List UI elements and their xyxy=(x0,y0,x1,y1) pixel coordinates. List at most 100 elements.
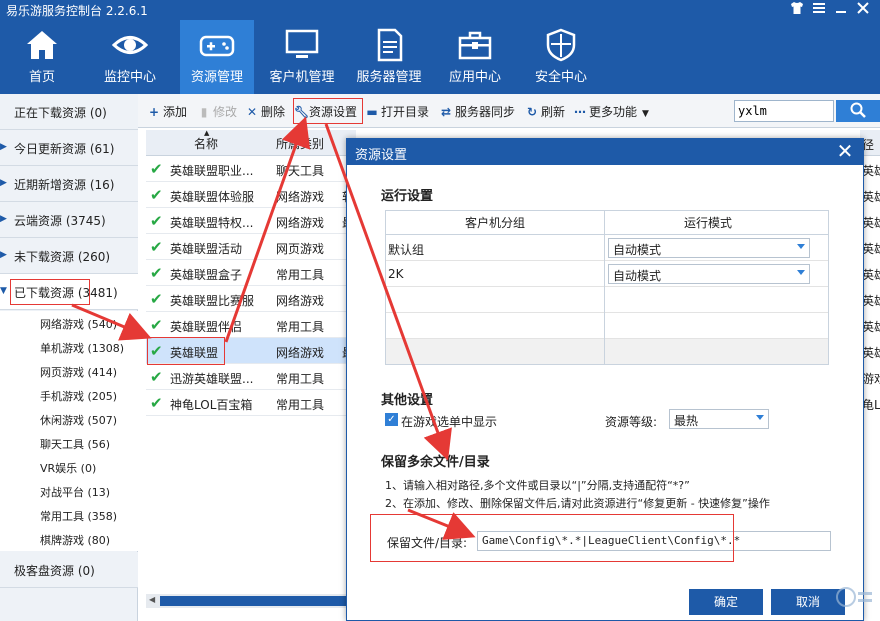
search-button[interactable] xyxy=(836,100,880,122)
open-dir-label: 打开目录 xyxy=(381,105,430,119)
monitor-icon xyxy=(284,28,320,62)
shirt-icon[interactable] xyxy=(788,1,806,19)
sidebar-subitem[interactable]: 对战平台 (13) xyxy=(0,479,138,503)
grid-header-group: 客户机分组 xyxy=(386,211,604,235)
server-sync-button[interactable]: ⇄ 服务器同步 xyxy=(440,103,515,121)
hint-2: 2、在添加、修改、删除保留文件后,请对此资源进行“修复更新 - 快速修复”操作 xyxy=(385,497,770,510)
sidebar-item-cloud[interactable]: ▶ 云端资源 (3745) xyxy=(0,202,138,238)
sidebar-item-downloading[interactable]: 正在下载资源 (0) xyxy=(0,94,138,130)
path-cell: 英雄 xyxy=(862,242,880,256)
hint-1: 1、请输入相对路径,多个文件或目录以“|”分隔,支持通配符“*?” xyxy=(385,479,690,492)
sidebar-subitem[interactable]: 棋牌游戏 (80) xyxy=(0,527,138,551)
resource-name: 英雄联盟伴侣 xyxy=(170,320,243,334)
resource-name: 英雄联盟职业... xyxy=(170,164,254,178)
sidebar-subitem[interactable]: 聊天工具 (56) xyxy=(0,431,138,455)
sidebar-subitem-label: 单机游戏 (1308) xyxy=(40,342,125,355)
check-icon: ✔ xyxy=(150,238,163,256)
check-icon: ✔ xyxy=(150,394,163,412)
sidebar-subitem[interactable]: VR娱乐 (0) xyxy=(0,455,138,479)
run-mode-select[interactable]: 自动模式 xyxy=(608,238,810,258)
nav-server-management[interactable]: 服务器管理 xyxy=(352,20,426,94)
x-icon: ✕ xyxy=(246,105,258,119)
run-mode-select[interactable]: 自动模式 xyxy=(608,264,810,284)
sidebar-subitem[interactable]: 常用工具 (358) xyxy=(0,503,138,527)
sidebar-subitem-label: 网络游戏 (540) xyxy=(40,318,118,331)
sidebar-subitem[interactable]: 网络游戏 (540) xyxy=(0,311,138,335)
add-button[interactable]: + 添加 xyxy=(148,103,187,121)
table-row[interactable]: ✔ 英雄联盟盒子 常用工具 xyxy=(146,260,356,286)
sidebar-item-today-updated[interactable]: ▶ 今日更新资源 (61) xyxy=(0,130,138,166)
sidebar-subitem[interactable]: 单机游戏 (1308) xyxy=(0,335,138,359)
table-row[interactable]: ✔英雄联盟体验服网络游戏软 xyxy=(146,182,356,208)
run-mode-value: 自动模式 xyxy=(613,243,662,257)
sidebar-subitem[interactable]: 休闲游戏 (507) xyxy=(0,407,138,431)
open-dir-button[interactable]: ▬ 打开目录 xyxy=(366,103,429,121)
scroll-left-icon[interactable]: ◀ xyxy=(149,595,155,604)
table-row[interactable]: ✔ 英雄联盟比赛服 网络游戏 xyxy=(146,286,356,312)
scrollbar-thumb[interactable] xyxy=(160,596,346,606)
nav-client-management[interactable]: 客户机管理 xyxy=(264,20,340,94)
resource-level-value: 最热 xyxy=(674,414,699,428)
expand-arrow-icon[interactable]: ▶ xyxy=(0,249,12,261)
resource-category: 网络游戏 xyxy=(276,216,325,230)
sidebar-subitem[interactable]: 网页游戏 (414) xyxy=(0,359,138,383)
table-row[interactable]: ✔ 英雄联盟伴侣 常用工具 xyxy=(146,312,356,338)
top-nav: 首页 监控中心 资源管理 客户机管理 服务器管理 应用中心 安全中心 xyxy=(0,20,880,94)
other-settings-heading: 其他设置 xyxy=(381,393,434,408)
table-row[interactable]: ✔ 迅游英雄联盟... 常用工具 xyxy=(146,364,356,390)
sidebar-item-recent-added[interactable]: ▶ 近期新增资源 (16) xyxy=(0,166,138,202)
toolbar: + 添加 ▮ 修改 ✕ 删除 🔧︎资源设置 ▬ 打开目录 ⇄ 服务器同步 ↻ 刷新 ⋯ 更多功… xyxy=(138,94,880,128)
server-sync-label: 服务器同步 xyxy=(455,105,516,119)
nav-security-center[interactable]: 安全中心 xyxy=(524,20,598,94)
menu-icon[interactable] xyxy=(810,1,828,19)
table-row[interactable]: ✔ 英雄联盟活动 网页游戏 xyxy=(146,234,356,260)
ok-button[interactable]: 确定 xyxy=(689,589,763,615)
dropdown-arrow-icon xyxy=(797,244,805,249)
col-header-category[interactable]: 所属类别 xyxy=(276,135,324,152)
nav-app-center[interactable]: 应用中心 xyxy=(438,20,512,94)
sidebar-item-label: 今日更新资源 (61) xyxy=(14,142,115,156)
resource-category: 网络游戏 xyxy=(276,190,325,204)
refresh-button[interactable]: ↻ 刷新 xyxy=(526,103,565,121)
expand-arrow-icon[interactable]: ▶ xyxy=(0,213,12,225)
expand-arrow-icon[interactable]: ▶ xyxy=(0,177,12,189)
more-functions-button[interactable]: ⋯ 更多功能 ▼ xyxy=(574,103,649,121)
dropdown-arrow-icon xyxy=(756,415,764,420)
search-input[interactable] xyxy=(734,100,834,122)
path-cell: 英雄 xyxy=(862,190,880,204)
sidebar-item-geek-disk[interactable]: 极客盘资源 (0) xyxy=(0,552,138,588)
minimize-icon[interactable] xyxy=(832,1,850,19)
nav-label: 监控中心 xyxy=(103,70,156,85)
nav-label: 资源管理 xyxy=(190,70,243,85)
horizontal-scrollbar[interactable]: ◀ xyxy=(146,594,350,608)
sidebar-item-not-downloaded[interactable]: ▶ 未下载资源 (260) xyxy=(0,238,138,274)
nav-resource-management[interactable]: 资源管理 xyxy=(180,20,254,94)
close-icon[interactable] xyxy=(854,1,872,19)
col-header-name[interactable]: 名称 xyxy=(194,135,218,152)
resource-level-select[interactable]: 最热 xyxy=(669,409,769,429)
grid-row[interactable]: 2K 自动模式 xyxy=(386,261,828,287)
table-row[interactable]: ✔ 英雄联盟职业... 聊天工具 xyxy=(146,156,356,182)
plus-icon: + xyxy=(148,105,160,119)
sort-arrow-icon: ▲ xyxy=(204,129,210,137)
expand-arrow-icon[interactable]: ▶ xyxy=(0,141,12,153)
search-icon xyxy=(849,102,867,122)
delete-button[interactable]: ✕ 删除 xyxy=(246,103,285,121)
refresh-label: 刷新 xyxy=(541,105,566,119)
dialog-title: 资源设置 xyxy=(355,148,408,163)
table-row[interactable]: ✔ 神龟LOL百宝箱 常用工具 xyxy=(146,390,356,416)
grid-row[interactable]: 默认组 自动模式 xyxy=(386,235,828,261)
nav-home[interactable]: 首页 xyxy=(6,20,78,94)
nav-label: 服务器管理 xyxy=(356,70,422,85)
nav-label: 应用中心 xyxy=(448,70,501,85)
resource-level-label: 资源等级: xyxy=(605,415,658,429)
resource-name: 英雄联盟特权... xyxy=(170,216,254,230)
keep-files-heading: 保留多余文件/目录 xyxy=(381,455,490,470)
title-bar: 易乐游服务控制台 2.2.6.1 xyxy=(0,0,880,20)
table-row[interactable]: ✔英雄联盟特权...网络游戏最 xyxy=(146,208,356,234)
edit-button[interactable]: ▮ 修改 xyxy=(198,103,237,121)
nav-monitor-center[interactable]: 监控中心 xyxy=(92,20,168,94)
show-in-menu-checkbox[interactable]: ✓ xyxy=(385,413,398,426)
close-icon[interactable]: ✕ xyxy=(835,140,855,162)
sidebar-subitem[interactable]: 手机游戏 (205) xyxy=(0,383,138,407)
